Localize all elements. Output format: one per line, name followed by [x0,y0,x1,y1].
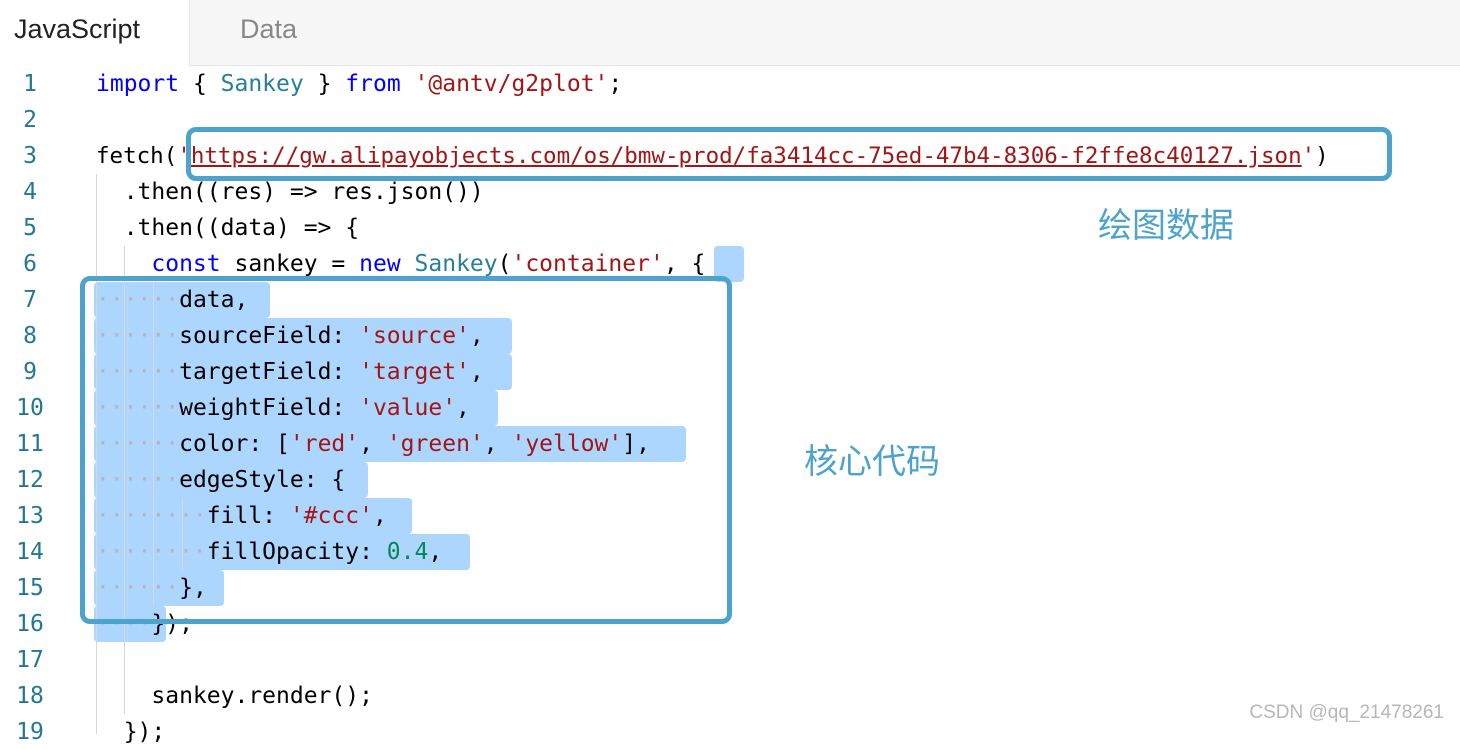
code-text: , { [663,251,706,277]
code-text: ; [608,71,623,97]
class-name: Sankey [414,251,498,277]
code-line-5: .then((data) => { [96,215,360,241]
core-annotation-label: 核心代码 [804,442,940,482]
code-text: sankey = [220,251,360,277]
code-text: ( [497,251,512,277]
line-number: 6 [23,251,37,277]
keyword: import [96,71,180,97]
tab-data[interactable]: Data [240,0,297,65]
line-number: 7 [23,287,37,313]
code-text: fetch( [96,143,178,169]
tab-javascript[interactable]: JavaScript [0,0,190,66]
code-line-18: sankey.render(); [96,678,373,714]
line-number: 10 [16,395,44,421]
line-number: 19 [16,719,44,745]
line-number: 18 [16,683,44,709]
tab-bar: JavaScript Data [0,0,1460,66]
url-highlight-box [186,127,1392,181]
code-text: }); [123,719,166,745]
core-code-box [80,276,732,624]
line-number: 16 [16,611,44,637]
line-number: 11 [16,431,44,457]
line-number: 13 [16,503,44,529]
keyword: new [359,251,401,277]
line-number: 8 [23,323,37,349]
line-number: 17 [16,647,44,673]
code-text: sankey.render(); [151,683,373,709]
string-literal: 'container' [511,251,664,277]
line-number: 9 [23,359,37,385]
line-number: 2 [23,107,37,133]
line-number: 5 [23,215,37,241]
line-number: 1 [23,71,37,97]
code-line-1: import { Sankey } from '@antv/g2plot'; [96,66,622,102]
line-number: 12 [16,467,44,493]
line-number: 15 [16,575,44,601]
watermark: CSDN @qq_21478261 [1249,702,1444,723]
line-number: 14 [16,539,44,565]
line-number: 4 [23,179,37,205]
line-number: 3 [23,143,37,169]
string-literal: '@antv/g2plot' [414,71,609,97]
code-line-19: }); [96,714,166,750]
code-text: } [303,71,346,97]
data-annotation-label: 绘图数据 [1098,206,1234,246]
class-name: Sankey [220,71,304,97]
code-text: { [179,71,221,97]
keyword: from [345,71,401,97]
keyword: const [151,251,221,277]
